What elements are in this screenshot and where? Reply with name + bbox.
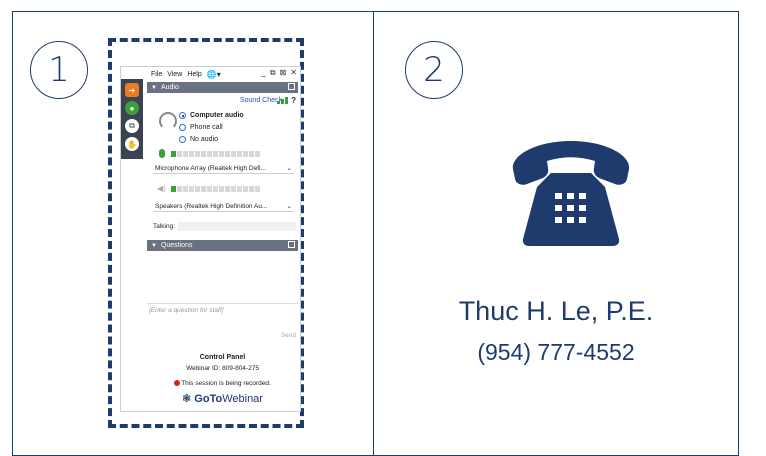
slide: 1 2 File View Help 🌐▾ _ ⧉ ⊠ ✕ ➜ ● ⧉ ✋ ▼ … bbox=[0, 0, 766, 456]
questions-section-title: Questions bbox=[160, 242, 193, 249]
window-controls: _ ⧉ ⊠ ✕ bbox=[261, 68, 297, 78]
radio-label: No audio bbox=[190, 136, 219, 143]
recording-dot-icon bbox=[174, 380, 181, 387]
chevron-down-icon: ⌄ bbox=[286, 165, 292, 172]
radio-no-audio[interactable]: No audio bbox=[179, 136, 218, 143]
microphone-select[interactable]: Microphone Array (Realtek High Defi... ⌄ bbox=[153, 163, 294, 174]
gotowebinar-logo-icon: ❃ bbox=[182, 393, 192, 405]
questions-section-header[interactable]: ▼ Questions bbox=[147, 240, 298, 251]
screen-share-icon[interactable]: ⧉ bbox=[125, 119, 139, 133]
contact-name: Thuc H. Le, P.E. bbox=[458, 296, 654, 326]
radio-unselected-icon bbox=[179, 124, 186, 131]
questions-log bbox=[147, 253, 298, 304]
restore-icon[interactable]: ⊠ bbox=[280, 68, 287, 78]
brand-rest: Webinar bbox=[222, 393, 263, 405]
collapse-arrow-icon[interactable]: ➜ bbox=[125, 83, 139, 97]
recording-notice: This session is being recorded. bbox=[147, 380, 298, 387]
gotowebinar-logo: ❃ GoToWebinar bbox=[147, 392, 298, 405]
microphone-level-meter bbox=[171, 151, 260, 157]
menu-view[interactable]: View bbox=[167, 71, 182, 78]
gotowebinar-control-panel: File View Help 🌐▾ _ ⧉ ⊠ ✕ ➜ ● ⧉ ✋ ▼ Audi… bbox=[120, 66, 301, 412]
signal-strength-icon bbox=[277, 97, 288, 104]
chevron-down-icon: ⌄ bbox=[286, 203, 292, 210]
popout-icon[interactable]: ⧉ bbox=[270, 68, 276, 78]
brand-bold: GoTo bbox=[194, 393, 223, 405]
radio-label: Computer audio bbox=[190, 112, 244, 119]
microphone-icon[interactable]: ● bbox=[125, 101, 139, 115]
audio-section-title: Audio bbox=[160, 84, 179, 91]
speaker-select[interactable]: Speakers (Realtek High Definition Au... … bbox=[153, 201, 294, 212]
radio-selected-icon bbox=[179, 112, 186, 119]
popout-icon[interactable] bbox=[288, 83, 295, 90]
recording-text: This session is being recorded. bbox=[181, 380, 271, 387]
microphone-level-icon bbox=[159, 149, 165, 158]
control-panel-title: Control Panel bbox=[199, 354, 246, 361]
popout-icon[interactable] bbox=[288, 241, 295, 248]
audio-section-header[interactable]: ▼ Audio bbox=[147, 82, 298, 93]
collapse-triangle-icon: ▼ bbox=[151, 84, 157, 91]
talking-box bbox=[178, 222, 297, 231]
minimize-icon[interactable]: _ bbox=[261, 68, 265, 78]
step-number-2: 2 bbox=[405, 41, 463, 99]
radio-computer-audio[interactable]: Computer audio bbox=[179, 112, 244, 119]
microphone-value: Microphone Array (Realtek High Defi... bbox=[155, 164, 266, 172]
menu-file[interactable]: File bbox=[151, 71, 162, 78]
talking-label: Talking: bbox=[153, 223, 176, 230]
radio-unselected-icon bbox=[179, 136, 186, 143]
radio-phone-call[interactable]: Phone call bbox=[179, 124, 223, 131]
talking-indicator: Talking: bbox=[153, 222, 297, 231]
speaker-icon: ◀) bbox=[157, 184, 166, 193]
speaker-value: Speakers (Realtek High Definition Au... bbox=[155, 202, 268, 210]
telephone-icon bbox=[512, 141, 630, 246]
help-icon[interactable]: ? bbox=[291, 96, 296, 105]
headset-icon bbox=[159, 112, 177, 130]
contact-phone: (954) 777-4552 bbox=[477, 339, 635, 365]
send-button[interactable]: Send bbox=[281, 332, 296, 339]
globe-icon[interactable]: 🌐▾ bbox=[207, 70, 221, 79]
speaker-level-meter bbox=[171, 186, 260, 192]
menu-help[interactable]: Help bbox=[187, 71, 201, 78]
radio-label: Phone call bbox=[190, 124, 223, 131]
sound-check-link[interactable]: Sound Check bbox=[240, 97, 282, 104]
side-toolbar: ➜ ● ⧉ ✋ bbox=[121, 79, 143, 159]
webinar-id: Webinar ID: 809-804-275 bbox=[186, 365, 259, 372]
step-number-1: 1 bbox=[30, 41, 88, 99]
close-icon[interactable]: ✕ bbox=[290, 68, 297, 78]
question-input[interactable]: [Enter a question for staff] bbox=[149, 307, 223, 314]
collapse-triangle-icon: ▼ bbox=[151, 242, 157, 249]
hand-raise-icon[interactable]: ✋ bbox=[125, 137, 139, 151]
